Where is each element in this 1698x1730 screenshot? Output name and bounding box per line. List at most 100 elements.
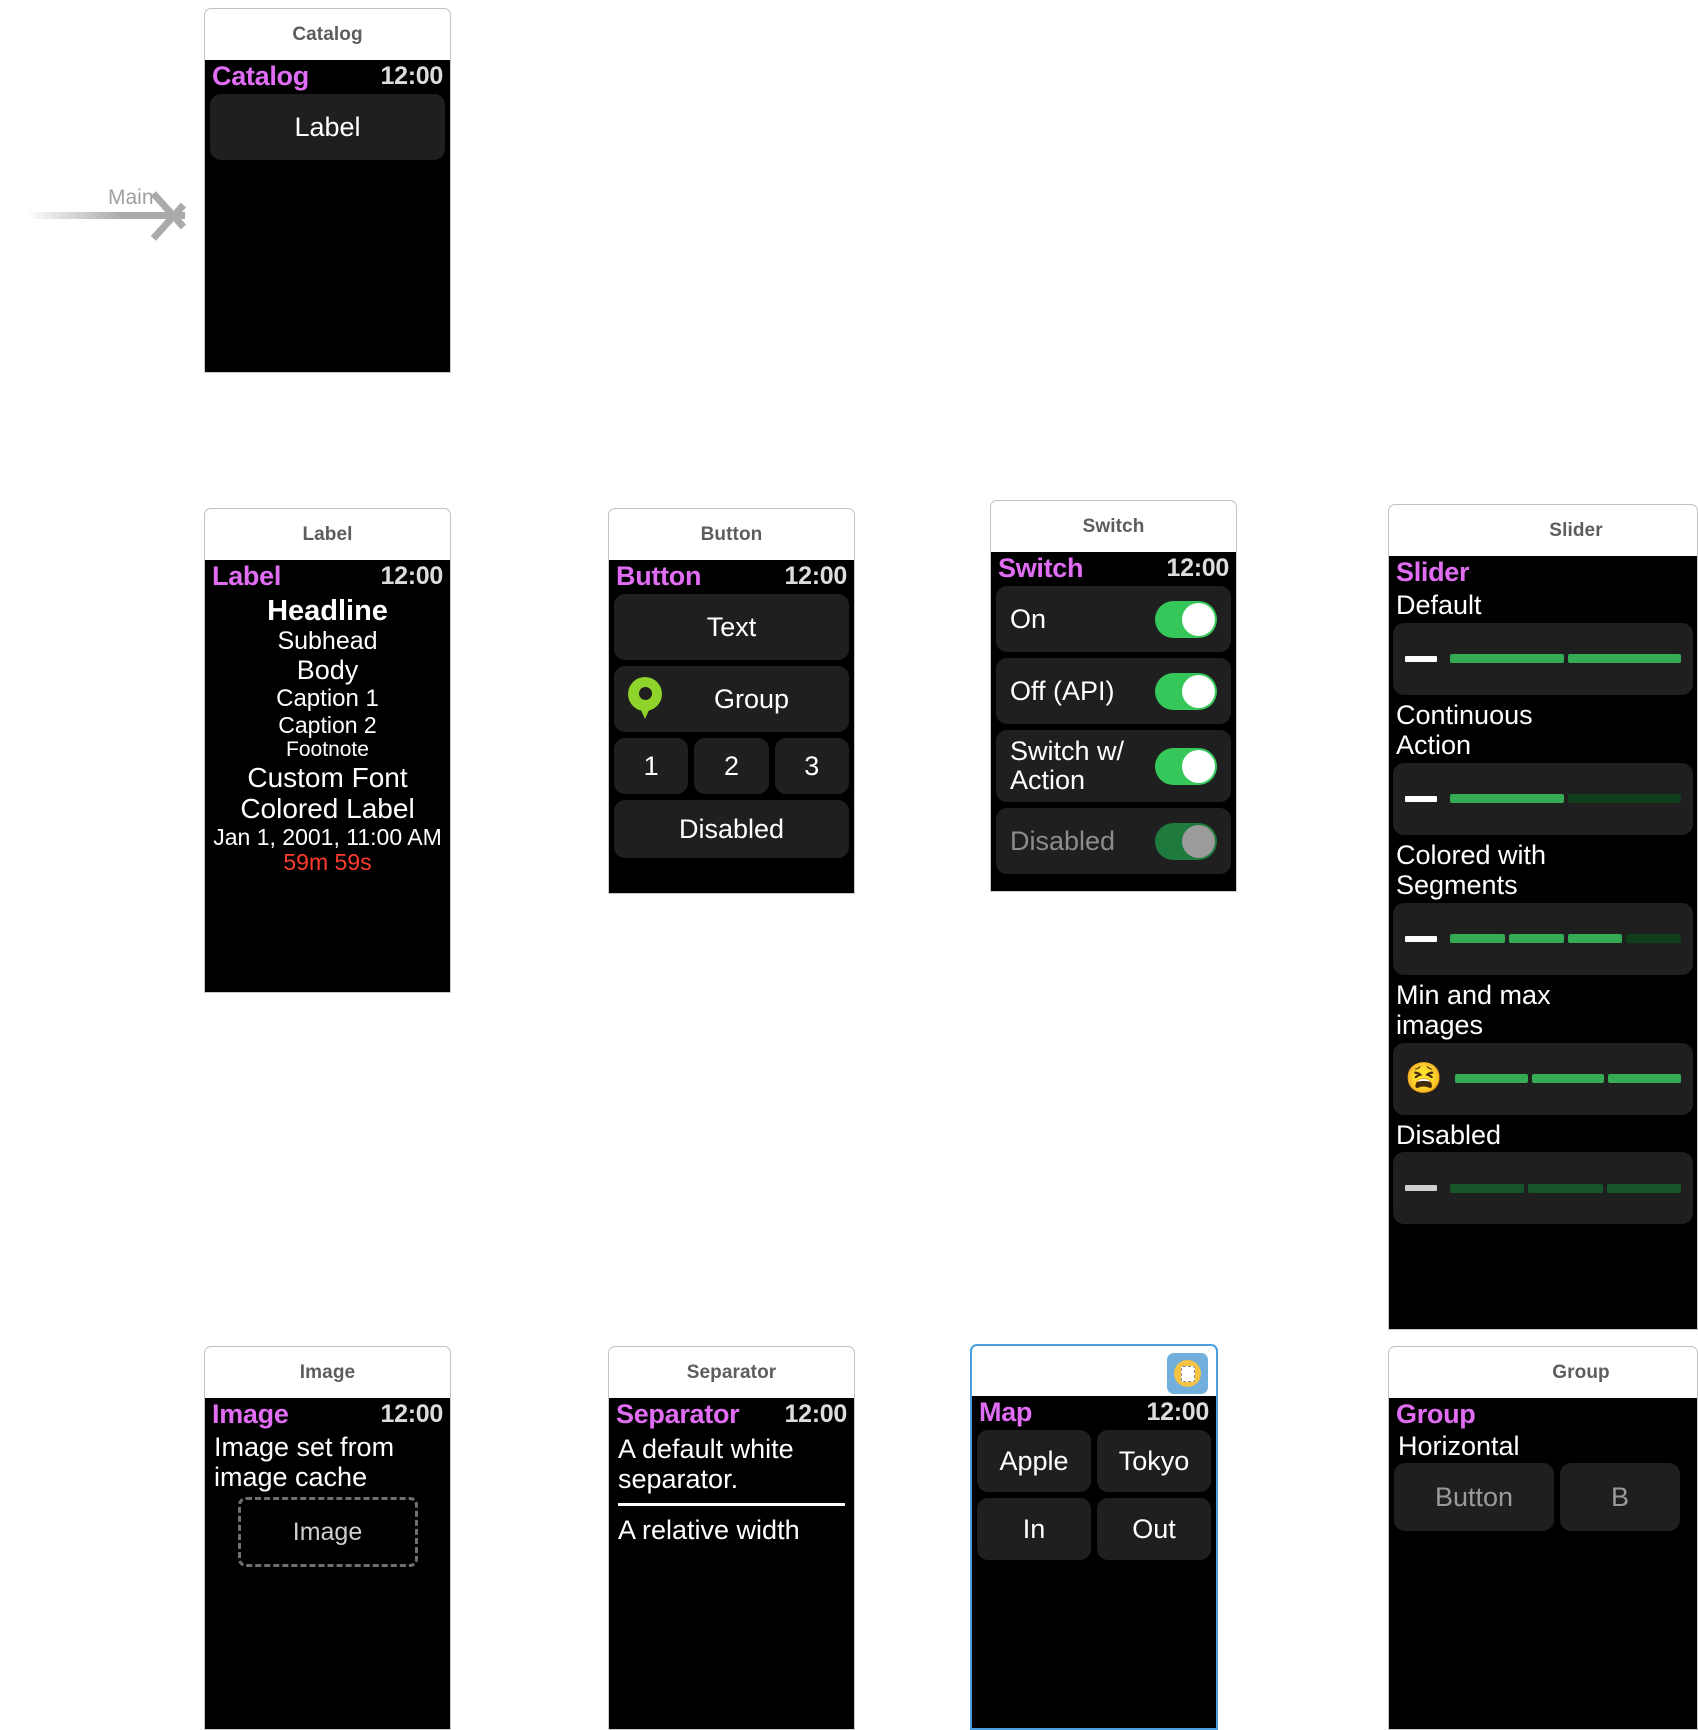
scene-map-screen: Map 12:00 Apple Tokyo In Out (970, 1396, 1218, 1730)
slider-default[interactable] (1393, 622, 1693, 695)
image-placeholder: Image (237, 1497, 418, 1568)
scene-button[interactable]: Button Button 12:00 Text Group 1 2 3 Dis… (608, 508, 855, 894)
scene-slider-chrome[interactable]: Slider (1388, 504, 1698, 556)
switch-row-on-label: On (1010, 603, 1047, 634)
button-number-grid: 1 2 3 (614, 738, 849, 794)
label-status-title: Label (212, 561, 282, 592)
image-body-text: Image set from image cache (214, 1432, 395, 1492)
switch-row-on[interactable]: On (996, 586, 1231, 652)
label-line-headline: Headline (267, 595, 388, 627)
scene-separator-chrome[interactable]: Separator (608, 1346, 855, 1398)
slider-caption-minmax: Min and max images (1396, 979, 1551, 1041)
slider-colored-track[interactable] (1450, 934, 1681, 944)
separator-status-title: Separator (616, 1399, 740, 1430)
map-button-out[interactable]: Out (1097, 1498, 1211, 1560)
button-status-title: Button (616, 561, 702, 592)
scene-map[interactable]: Map 12:00 Apple Tokyo In Out (970, 1344, 1218, 1730)
entry-point-label: Main (108, 186, 154, 209)
slider-caption-disabled: Disabled (1396, 1119, 1502, 1150)
watch-scene-icon[interactable] (1167, 1353, 1208, 1394)
separator-rule (618, 1503, 845, 1507)
slider-disabled (1393, 1152, 1693, 1225)
switch-row-disabled: Disabled (996, 808, 1231, 874)
button-disabled-button: Disabled (614, 800, 849, 858)
slider-min-max-images[interactable]: 😫 (1393, 1042, 1693, 1115)
scene-button-chrome[interactable]: Button (608, 508, 855, 560)
toggle-with-action[interactable] (1155, 747, 1217, 785)
button-number-1[interactable]: 1 (614, 738, 689, 794)
scene-map-chrome[interactable] (970, 1344, 1218, 1396)
scene-label-screen: Label 12:00 Headline Subhead Body Captio… (204, 560, 451, 993)
label-line-body: Body (296, 655, 359, 686)
separator-text-relative: A relative width (618, 1515, 800, 1546)
button-number-2[interactable]: 2 (694, 738, 769, 794)
scene-label[interactable]: Label Label 12:00 Headline Subhead Body … (204, 508, 451, 993)
scene-catalog-chrome[interactable]: Catalog (204, 8, 451, 60)
button-group-button[interactable]: Group (614, 666, 849, 732)
catalog-content: Label (205, 94, 450, 160)
catalog-status-title: Catalog (212, 61, 309, 92)
label-line-colored-label: Colored Label (240, 793, 415, 825)
group-caption-horizontal: Horizontal (1398, 1431, 1520, 1462)
slider-default-track[interactable] (1450, 654, 1681, 664)
switch-status-title: Switch (998, 553, 1084, 584)
minus-icon[interactable] (1405, 935, 1437, 942)
catalog-status-bar: Catalog 12:00 (205, 60, 450, 94)
button-number-3[interactable]: 3 (774, 738, 849, 794)
toggle-on[interactable] (1155, 600, 1217, 638)
scene-separator[interactable]: Separator Separator 12:00 A default whit… (608, 1346, 855, 1730)
map-button-apple[interactable]: Apple (977, 1430, 1091, 1492)
entry-arrow-head (168, 183, 208, 249)
map-status-bar: Map 12:00 (972, 1396, 1216, 1430)
scene-separator-screen: Separator 12:00 A default white separato… (608, 1398, 855, 1730)
button-group-button-label: Group (713, 683, 790, 714)
scene-switch-chrome-title: Switch (1082, 515, 1145, 537)
slider-minmax-track[interactable] (1455, 1074, 1681, 1084)
tired-face-emoji-icon[interactable]: 😫 (1405, 1063, 1442, 1094)
map-button-tokyo[interactable]: Tokyo (1097, 1430, 1211, 1492)
scene-slider-screen: Slider Default Continuous Action Colored… (1388, 556, 1698, 1330)
scene-group[interactable]: Group Group Horizontal Button B (1388, 1346, 1698, 1730)
switch-row-off-api[interactable]: Off (API) (996, 658, 1231, 724)
button-text-button[interactable]: Text (614, 594, 849, 660)
image-status-title: Image (212, 1399, 289, 1430)
group-button-1[interactable]: Button (1394, 1463, 1554, 1532)
group-button-2[interactable]: B (1560, 1463, 1680, 1532)
scene-group-chrome[interactable]: Group (1388, 1346, 1698, 1398)
scene-slider[interactable]: Slider Slider Default Continuous Action (1388, 504, 1698, 1330)
catalog-row-label[interactable]: Label (210, 94, 445, 160)
group-button-row: Button B (1394, 1463, 1692, 1532)
slider-continuous-track[interactable] (1450, 794, 1681, 804)
minus-icon[interactable] (1405, 655, 1437, 662)
slider-continuous-action[interactable] (1393, 762, 1693, 835)
image-status-time: 12:00 (380, 1400, 444, 1428)
scene-separator-chrome-title: Separator (686, 1361, 777, 1383)
label-status-time: 12:00 (380, 562, 444, 590)
switch-row-with-action[interactable]: Switch w/ Action (996, 730, 1231, 802)
button-text-button-label: Text (706, 611, 757, 642)
scene-button-chrome-title: Button (700, 523, 763, 545)
switch-status-bar: Switch 12:00 (991, 552, 1236, 586)
scene-image[interactable]: Image Image 12:00 Image set from image c… (204, 1346, 451, 1730)
scene-label-chrome[interactable]: Label (204, 508, 451, 560)
slider-status-title: Slider (1396, 557, 1470, 587)
slider-colored-segments[interactable] (1393, 902, 1693, 975)
scene-image-chrome[interactable]: Image (204, 1346, 451, 1398)
map-button-in[interactable]: In (977, 1498, 1091, 1560)
scene-switch-screen: Switch 12:00 On Off (API) Switch w/ Acti… (990, 552, 1237, 892)
separator-content: A default white separator. A relative wi… (609, 1432, 854, 1548)
label-content: Headline Subhead Body Caption 1 Caption … (205, 594, 450, 876)
switch-row-with-action-label: Switch w/ Action (1010, 736, 1125, 795)
minus-icon[interactable] (1405, 795, 1437, 802)
map-content: Apple Tokyo In Out (972, 1430, 1216, 1560)
slider-status-bar: Slider (1389, 556, 1697, 590)
map-status-title: Map (979, 1397, 1033, 1428)
scene-catalog[interactable]: Catalog Catalog 12:00 Label (204, 8, 451, 373)
map-status-time: 12:00 (1146, 1398, 1210, 1426)
image-status-bar: Image 12:00 (205, 1398, 450, 1432)
label-line-subhead: Subhead (277, 627, 378, 656)
scene-switch[interactable]: Switch Switch 12:00 On Off (API) Switch … (990, 500, 1237, 892)
toggle-off-api[interactable] (1155, 672, 1217, 710)
entry-arrow-shaft (30, 212, 185, 219)
scene-switch-chrome[interactable]: Switch (990, 500, 1237, 552)
